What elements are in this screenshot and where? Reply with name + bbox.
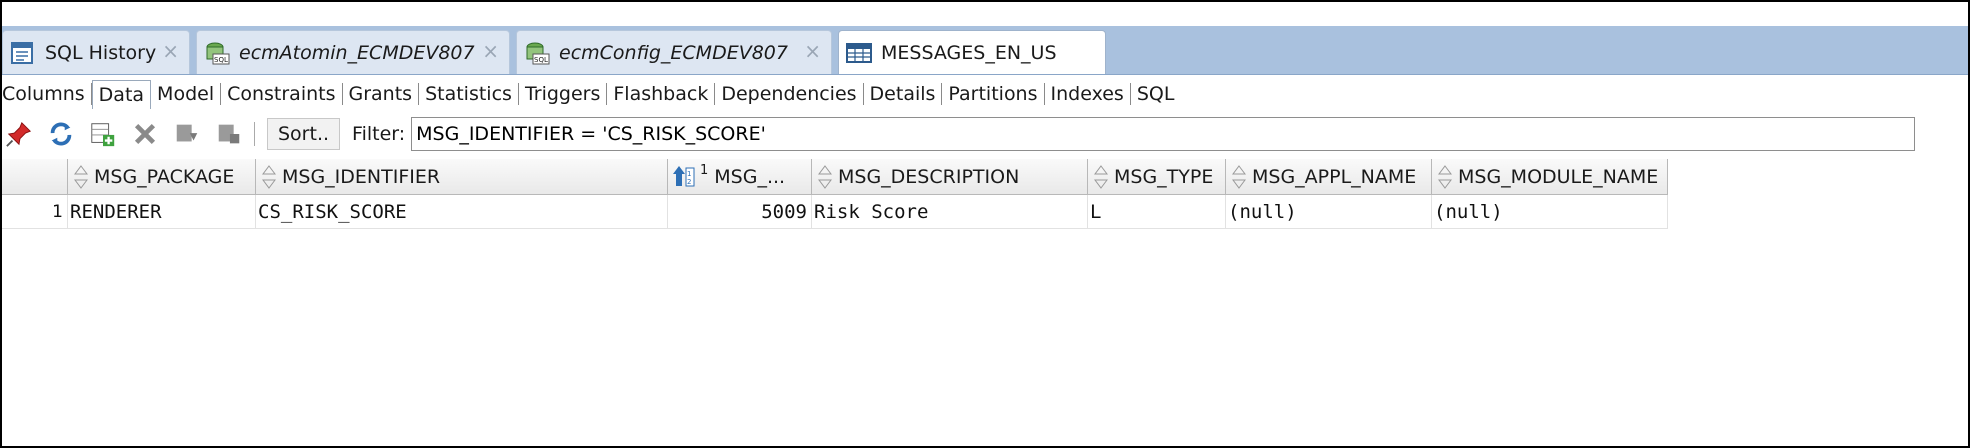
column-header-label: MSG_MODULE_NAME [1458, 165, 1659, 188]
insert-row-icon[interactable] [88, 119, 118, 149]
sort-button[interactable]: Sort.. [267, 118, 341, 150]
column-header-label: MSG_IDENTIFIER [282, 165, 441, 188]
column-header-msg-appl-name[interactable]: MSG_APPL_NAME [1226, 159, 1432, 195]
toolbar-separator [254, 122, 255, 146]
subtab-model[interactable]: Model [151, 83, 222, 105]
subtab-flashback[interactable]: Flashback [607, 83, 716, 105]
subtab-details[interactable]: Details [864, 83, 943, 105]
svg-text:1: 1 [687, 170, 691, 178]
row-number[interactable]: 1 [2, 195, 68, 229]
column-header-msg-type[interactable]: MSG_TYPE [1088, 159, 1226, 195]
sort-arrows-icon [1094, 164, 1108, 189]
tab-label: ecmAtomin_ECMDEV807 [239, 41, 475, 64]
pin-icon[interactable] [4, 119, 34, 149]
table-cell[interactable]: 5009 [668, 195, 812, 229]
delete-row-icon[interactable] [130, 119, 160, 149]
table-cell[interactable]: Risk Score [812, 195, 1088, 229]
subtab-columns[interactable]: Columns [2, 83, 92, 105]
sort-arrows-icon [1232, 164, 1246, 189]
close-icon[interactable]: × [162, 39, 179, 63]
table-cell[interactable]: (null) [1432, 195, 1668, 229]
column-header-label: MSG_... [714, 165, 786, 188]
row-number-header [2, 159, 68, 195]
tab-label: MESSAGES_EN_US [881, 41, 1057, 64]
tab-ecmconfig[interactable]: SQL ecmConfig_ECMDEV807 × [516, 30, 832, 74]
table-cell[interactable]: CS_RISK_SCORE [256, 195, 668, 229]
commit-icon[interactable] [172, 119, 202, 149]
subtab-triggers[interactable]: Triggers [519, 83, 608, 105]
table-cell[interactable]: RENDERER [68, 195, 256, 229]
refresh-icon[interactable] [46, 119, 76, 149]
column-header-label: MSG_APPL_NAME [1252, 165, 1417, 188]
subtab-grants[interactable]: Grants [343, 83, 420, 105]
svg-text:2: 2 [687, 178, 691, 186]
sort-arrows-icon [1438, 164, 1452, 189]
object-subtabs: Columns Data Model Constraints Grants St… [2, 75, 1968, 113]
svg-text:SQL: SQL [534, 56, 548, 64]
filter-input[interactable] [411, 117, 1916, 151]
filter-label: Filter: [352, 123, 406, 145]
subtab-sql[interactable]: SQL [1131, 83, 1181, 105]
column-header-msg-id-sorted[interactable]: 12 1 MSG_... [668, 159, 812, 195]
subtab-dependencies[interactable]: Dependencies [715, 83, 864, 105]
table-icon [846, 42, 872, 63]
sort-order-badge: 1 [700, 163, 709, 178]
column-header-label: MSG_DESCRIPTION [838, 165, 1020, 188]
tab-ecmatomin[interactable]: SQL ecmAtomin_ECMDEV807 × [196, 30, 510, 74]
tab-sql-history[interactable]: SQL History × [2, 30, 190, 74]
sort-arrows-icon [818, 164, 832, 189]
sql-developer-window: SQL History × SQL ecmAtomin_ECMDEV807 × … [0, 0, 1970, 448]
close-icon[interactable]: × [804, 39, 821, 63]
editor-tab-bar: SQL History × SQL ecmAtomin_ECMDEV807 × … [2, 26, 1968, 75]
svg-text:SQL: SQL [214, 56, 228, 64]
table-cell[interactable]: (null) [1226, 195, 1432, 229]
data-toolbar: Sort.. Filter: [2, 114, 1968, 154]
sort-arrows-icon [74, 164, 88, 189]
table-cell[interactable]: L [1088, 195, 1226, 229]
tab-label: SQL History [45, 41, 157, 64]
subtab-indexes[interactable]: Indexes [1045, 83, 1131, 105]
tab-label: ecmConfig_ECMDEV807 [559, 41, 788, 64]
tab-messages-en-us[interactable]: MESSAGES_EN_US [838, 30, 1106, 74]
close-icon[interactable]: × [482, 39, 499, 63]
column-header-msg-package[interactable]: MSG_PACKAGE [68, 159, 256, 195]
sql-worksheet-icon: SQL [206, 42, 230, 64]
column-header-msg-identifier[interactable]: MSG_IDENTIFIER [256, 159, 668, 195]
subtab-statistics[interactable]: Statistics [419, 83, 519, 105]
sql-worksheet-icon: SQL [526, 42, 550, 64]
column-header-msg-description[interactable]: MSG_DESCRIPTION [812, 159, 1088, 195]
subtab-data[interactable]: Data [91, 79, 152, 109]
column-header-label: MSG_PACKAGE [94, 165, 235, 188]
column-header-msg-module-name[interactable]: MSG_MODULE_NAME [1432, 159, 1668, 195]
subtab-partitions[interactable]: Partitions [942, 83, 1045, 105]
column-header-label: MSG_TYPE [1114, 165, 1214, 188]
subtab-constraints[interactable]: Constraints [221, 83, 343, 105]
rollback-icon[interactable] [214, 119, 244, 149]
sort-arrows-icon [262, 164, 276, 189]
sql-history-icon [11, 41, 33, 64]
sort-ascending-icon: 12 [673, 165, 695, 186]
